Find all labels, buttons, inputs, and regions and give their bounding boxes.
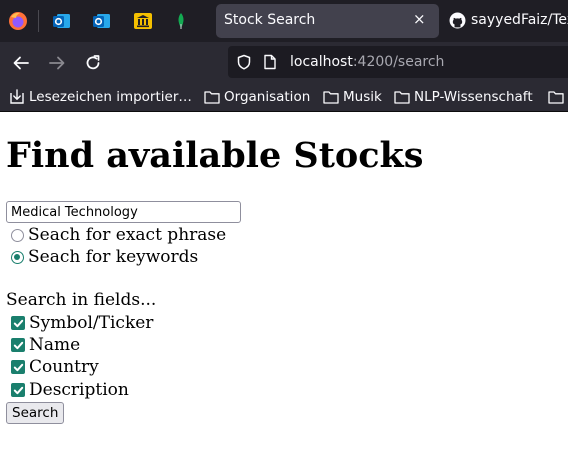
checkbox-label: Description	[29, 380, 129, 400]
close-icon[interactable]: ×	[413, 10, 426, 28]
tab-stock-search[interactable]: Stock Search ×	[216, 4, 439, 38]
shield-icon[interactable]	[236, 54, 252, 70]
radio-keywords[interactable]: Seach for keywords	[11, 247, 198, 267]
url-bar[interactable]: localhost:4200/search	[228, 46, 568, 78]
checkbox-label: Symbol/Ticker	[29, 313, 154, 333]
forward-arrow-icon[interactable]	[46, 52, 68, 74]
tab-bar: Stock Search × sayyedFaiz/Tex	[0, 0, 568, 42]
bookmarks-bar: Lesezeichen importier… Organisation Musi…	[0, 82, 568, 112]
tab-github[interactable]: sayyedFaiz/Tex	[471, 12, 568, 28]
bookmark-folder-organisation[interactable]: Organisation	[204, 88, 310, 106]
fields-label: Search in fields...	[6, 290, 157, 310]
radio-exact-phrase[interactable]: Seach for exact phrase	[11, 225, 226, 245]
folder-icon	[323, 91, 339, 104]
url-path: :4200/search	[352, 54, 445, 70]
bookmark-label: NLP-Wissenschaft	[414, 89, 533, 105]
radio-button[interactable]	[11, 228, 24, 242]
bookmark-label: Musik	[343, 89, 382, 105]
mongodb-leaf-icon[interactable]	[166, 7, 196, 35]
outlook-icon[interactable]	[87, 7, 117, 35]
radio-label: Seach for keywords	[28, 247, 199, 267]
checkbox-checked-icon[interactable]	[11, 338, 25, 352]
checkbox-label: Country	[29, 357, 99, 377]
checkbox-symbol-ticker[interactable]: Symbol/Ticker	[11, 313, 153, 333]
bookmark-label: Lesezeichen importier…	[29, 89, 192, 105]
bookmark-folder-nlp-wissenschaft[interactable]: NLP-Wissenschaft	[394, 88, 533, 106]
folder-icon	[394, 91, 410, 104]
bank-icon[interactable]	[128, 7, 158, 35]
checkbox-name[interactable]: Name	[11, 335, 80, 355]
folder-icon	[548, 91, 564, 104]
bookmark-folder-musik[interactable]: Musik	[323, 88, 382, 106]
navigation-toolbar: localhost:4200/search	[0, 42, 568, 82]
bookmark-folder[interactable]	[548, 88, 564, 106]
tab-separator	[38, 10, 39, 32]
url-host: localhost	[290, 54, 353, 70]
checkbox-checked-icon[interactable]	[11, 360, 25, 374]
checkbox-label: Name	[29, 335, 81, 355]
checkbox-country[interactable]: Country	[11, 357, 99, 377]
reload-icon[interactable]	[82, 52, 104, 74]
checkbox-checked-icon[interactable]	[11, 383, 25, 397]
bookmark-label: Organisation	[224, 89, 311, 105]
firefox-icon[interactable]	[3, 7, 33, 35]
checkbox-checked-icon[interactable]	[11, 316, 25, 330]
outlook-icon[interactable]	[47, 7, 77, 35]
bookmark-import[interactable]: Lesezeichen importier…	[9, 88, 192, 106]
back-arrow-icon[interactable]	[10, 52, 32, 74]
radio-label: Seach for exact phrase	[28, 225, 227, 245]
tab-title: Stock Search	[224, 12, 316, 28]
github-icon	[449, 12, 466, 29]
url-text[interactable]: localhost:4200/search	[290, 54, 444, 70]
page-content: Find available Stocks Seach for exact ph…	[0, 112, 568, 451]
search-button[interactable]: Search	[6, 402, 65, 424]
page-icon[interactable]	[263, 54, 277, 70]
page-title: Find available Stocks	[6, 135, 424, 176]
folder-icon	[204, 91, 220, 104]
radio-button-selected[interactable]	[11, 250, 24, 264]
checkbox-description[interactable]: Description	[11, 380, 129, 400]
import-icon	[10, 89, 24, 104]
search-input[interactable]	[6, 201, 241, 223]
